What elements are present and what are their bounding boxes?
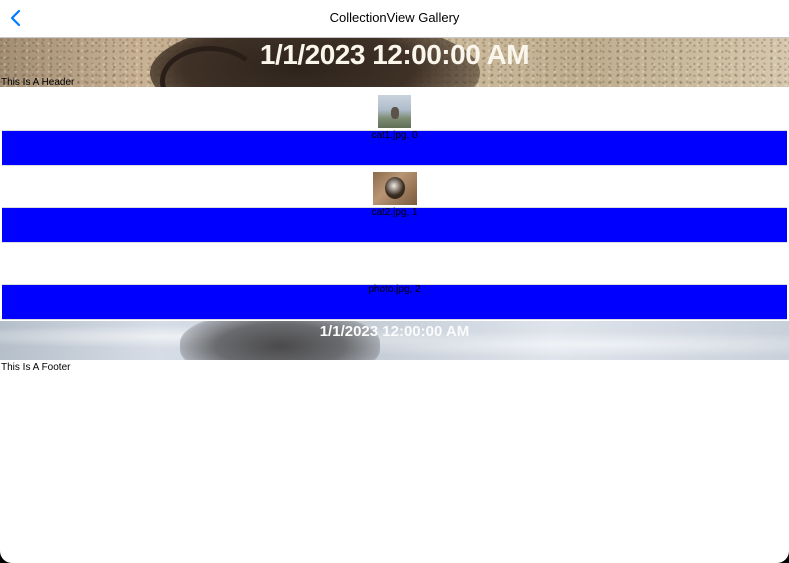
window-corner-left (0, 539, 24, 563)
navigation-bar: CollectionView Gallery (0, 0, 789, 37)
item-caption-0: cat1.jpg, 0 (371, 130, 418, 141)
item-caption-1: cat2.jpg, 1 (371, 207, 418, 218)
item-thumbnail-1[interactable] (373, 172, 417, 205)
page-title: CollectionView Gallery (329, 10, 460, 25)
footer-date-text: 1/1/2023 12:00:00 AM (319, 323, 470, 340)
item-caption-2: photo.jpg, 2 (368, 284, 421, 295)
header-date-text: 1/1/2023 12:00:00 AM (259, 39, 530, 70)
header-label: This Is A Header (1, 77, 75, 88)
footer-label: This Is A Footer (1, 362, 71, 373)
item-thumbnail-0[interactable] (378, 95, 411, 128)
footer-image: 1/1/2023 12:00:00 AM (0, 321, 789, 360)
header-image: 1/1/2023 12:00:00 AM (0, 38, 789, 87)
window-corner-right (765, 539, 789, 563)
